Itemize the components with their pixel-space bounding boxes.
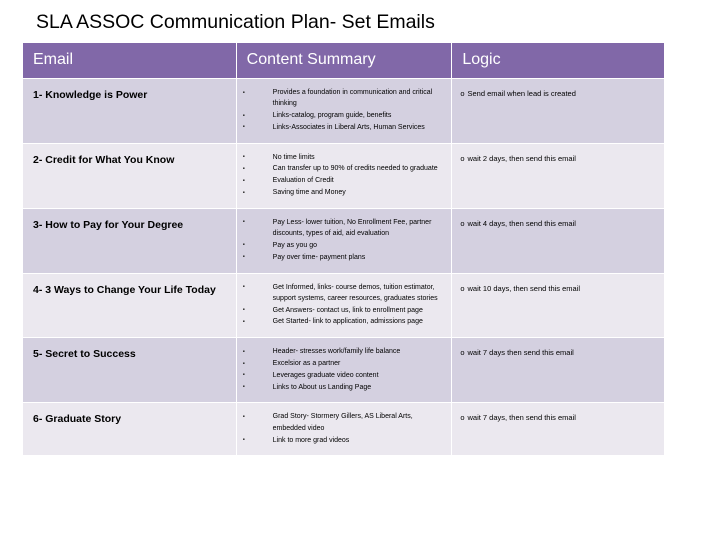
bullet-item: Links-catalog, program guide, benefits [241,110,446,122]
logic-bullet-marker: o [460,218,465,228]
logic-bullet-marker: o [460,89,465,98]
logic-bullet-marker: o [460,348,465,358]
logic-text: wait 10 days, then send this email [467,283,581,293]
logic-text: wait 7 days, then send this email [467,413,576,423]
bullet-item: Leverages graduate video content [241,369,446,381]
communication-plan-table-wrapper: Email Content Summary Logic 1- Knowledge… [22,42,665,456]
cell-email: 6- Graduate Story [23,403,236,456]
logic-text-wrapper: o wait 4 days, then send this email [452,209,664,239]
cell-content-summary: Pay Less- lower tuition, No Enrollment F… [236,208,452,273]
cell-logic: o wait 10 days, then send this email [452,273,664,338]
bullet-list: Get Informed, links- course demos, tuiti… [241,281,446,328]
logic-bullet-marker: o [460,153,465,163]
table-row: 4- 3 Ways to Change Your Life Today Get I… [23,273,664,338]
content-summary-list: Header- stresses work/family life balanc… [237,338,452,402]
logic-line: o wait 7 days, then send this email [460,412,658,423]
cell-content-summary: Get Informed, links- course demos, tuiti… [236,273,452,338]
logic-text-wrapper: o wait 7 days, then send this email [452,403,664,433]
table-header-row: Email Content Summary Logic [23,43,664,78]
page-title: SLA ASSOC Communication Plan- Set Emails [36,11,435,33]
bullet-list: Pay Less- lower tuition, No Enrollment F… [241,216,446,263]
logic-text-wrapper: o wait 2 days, then send this email [452,144,664,174]
column-header-content-summary: Content Summary [236,43,452,78]
email-title: 6- Graduate Story [33,413,122,426]
logic-text: wait 4 days, then send this email [467,218,576,228]
logic-line: o wait 2 days, then send this email [460,153,658,164]
bullet-item: Evaluation of Credit [241,175,446,187]
cell-email: 4- 3 Ways to Change Your Life Today [23,273,236,338]
logic-text-wrapper: o wait 7 days then send this email [452,338,664,368]
bullet-item: Grad Story- Stormery Gillers, AS Liberal… [241,411,446,434]
logic-bullet-marker: o [460,413,465,423]
bullet-item: Can transfer up to 90% of credits needed… [241,163,446,175]
bullet-item: Get Answers- contact us, link to enrollm… [241,304,446,316]
communication-plan-table: Email Content Summary Logic 1- Knowledge… [22,42,665,456]
bullet-item: Pay as you go [241,239,446,251]
bullet-item: Header- stresses work/family life balanc… [241,346,446,358]
cell-logic: o wait 2 days, then send this email [452,143,664,208]
content-summary-list: Get Informed, links- course demos, tuiti… [237,274,452,338]
logic-line: o Send email when lead is created [460,88,658,99]
bullet-item: Links to About us Landing Page [241,381,446,393]
bullet-list: Header- stresses work/family life balanc… [241,346,446,394]
bullet-item: Provides a foundation in communication a… [241,87,446,110]
email-title: 5- Secret to Success [33,348,136,361]
cell-logic: o wait 7 days then send this email [452,338,664,403]
table-header: Email Content Summary Logic [23,43,664,78]
cell-content-summary: No time limitsCan transfer up to 90% of … [236,143,452,208]
cell-email: 3- How to Pay for Your Degree [23,208,236,273]
logic-text: wait 7 days then send this email [467,348,574,358]
logic-line: o wait 4 days, then send this email [460,218,658,229]
bullet-item: Get Started- link to application, admiss… [241,316,446,328]
content-summary-list: Grad Story- Stormery Gillers, AS Liberal… [237,403,452,455]
table-body: 1- Knowledge is Power Provides a foundati… [23,79,664,456]
logic-text: Send email when lead is created [467,89,576,98]
bullet-list: Grad Story- Stormery Gillers, AS Liberal… [241,411,446,446]
column-header-logic: Logic [452,43,664,78]
bullet-item: No time limits [241,151,446,163]
logic-text-wrapper: o Send email when lead is created [452,79,664,109]
bullet-item: Saving time and Money [241,187,446,199]
cell-content-summary: Provides a foundation in communication a… [236,79,452,143]
cell-logic: o wait 7 days, then send this email [452,403,664,456]
logic-text: wait 2 days, then send this email [467,153,576,163]
email-title: 1- Knowledge is Power [33,89,148,101]
email-title: 2- Credit for What You Know [33,153,175,166]
cell-logic: o Send email when lead is created [452,79,664,143]
table-row: 2- Credit for What You Know No time limit… [23,143,664,208]
slide-canvas: SLA ASSOC Communication Plan- Set Emails… [0,0,720,540]
bullet-list: Provides a foundation in communication a… [241,87,446,134]
cell-logic: o wait 4 days, then send this email [452,208,664,273]
content-summary-list: Pay Less- lower tuition, No Enrollment F… [237,209,452,273]
table-row: 6- Graduate Story Grad Story- Stormery Gi… [23,403,664,456]
cell-email: 2- Credit for What You Know [23,143,236,208]
email-title: 3- How to Pay for Your Degree [33,218,184,231]
table-row: 3- How to Pay for Your Degree Pay Less- l… [23,208,664,273]
content-summary-list: No time limitsCan transfer up to 90% of … [237,144,452,208]
logic-text-wrapper: o wait 10 days, then send this email [452,274,664,304]
bullet-item: Links-Associates in Liberal Arts, Human … [241,121,446,133]
cell-email: 5- Secret to Success [23,338,236,403]
cell-email: 1- Knowledge is Power [23,79,236,143]
logic-line: o wait 10 days, then send this email [460,283,658,294]
table-row: 1- Knowledge is Power Provides a foundati… [23,79,664,143]
bullet-item: Get Informed, links- course demos, tuiti… [241,281,446,305]
logic-bullet-marker: o [460,283,465,293]
cell-content-summary: Header- stresses work/family life balanc… [236,338,452,403]
bullet-item: Excelsior as a partner [241,358,446,370]
column-header-email: Email [23,43,236,78]
table-row: 5- Secret to Success Header- stresses wor… [23,338,664,403]
bullet-item: Link to more grad videos [241,434,446,446]
bullet-item: Pay Less- lower tuition, No Enrollment F… [241,216,446,240]
bullet-list: No time limitsCan transfer up to 90% of … [241,151,446,199]
email-title: 4- 3 Ways to Change Your Life Today [33,283,216,296]
content-summary-list: Provides a foundation in communication a… [237,79,452,143]
bullet-item: Pay over time- payment plans [241,251,446,263]
cell-content-summary: Grad Story- Stormery Gillers, AS Liberal… [236,403,452,456]
logic-line: o wait 7 days then send this email [460,347,658,358]
